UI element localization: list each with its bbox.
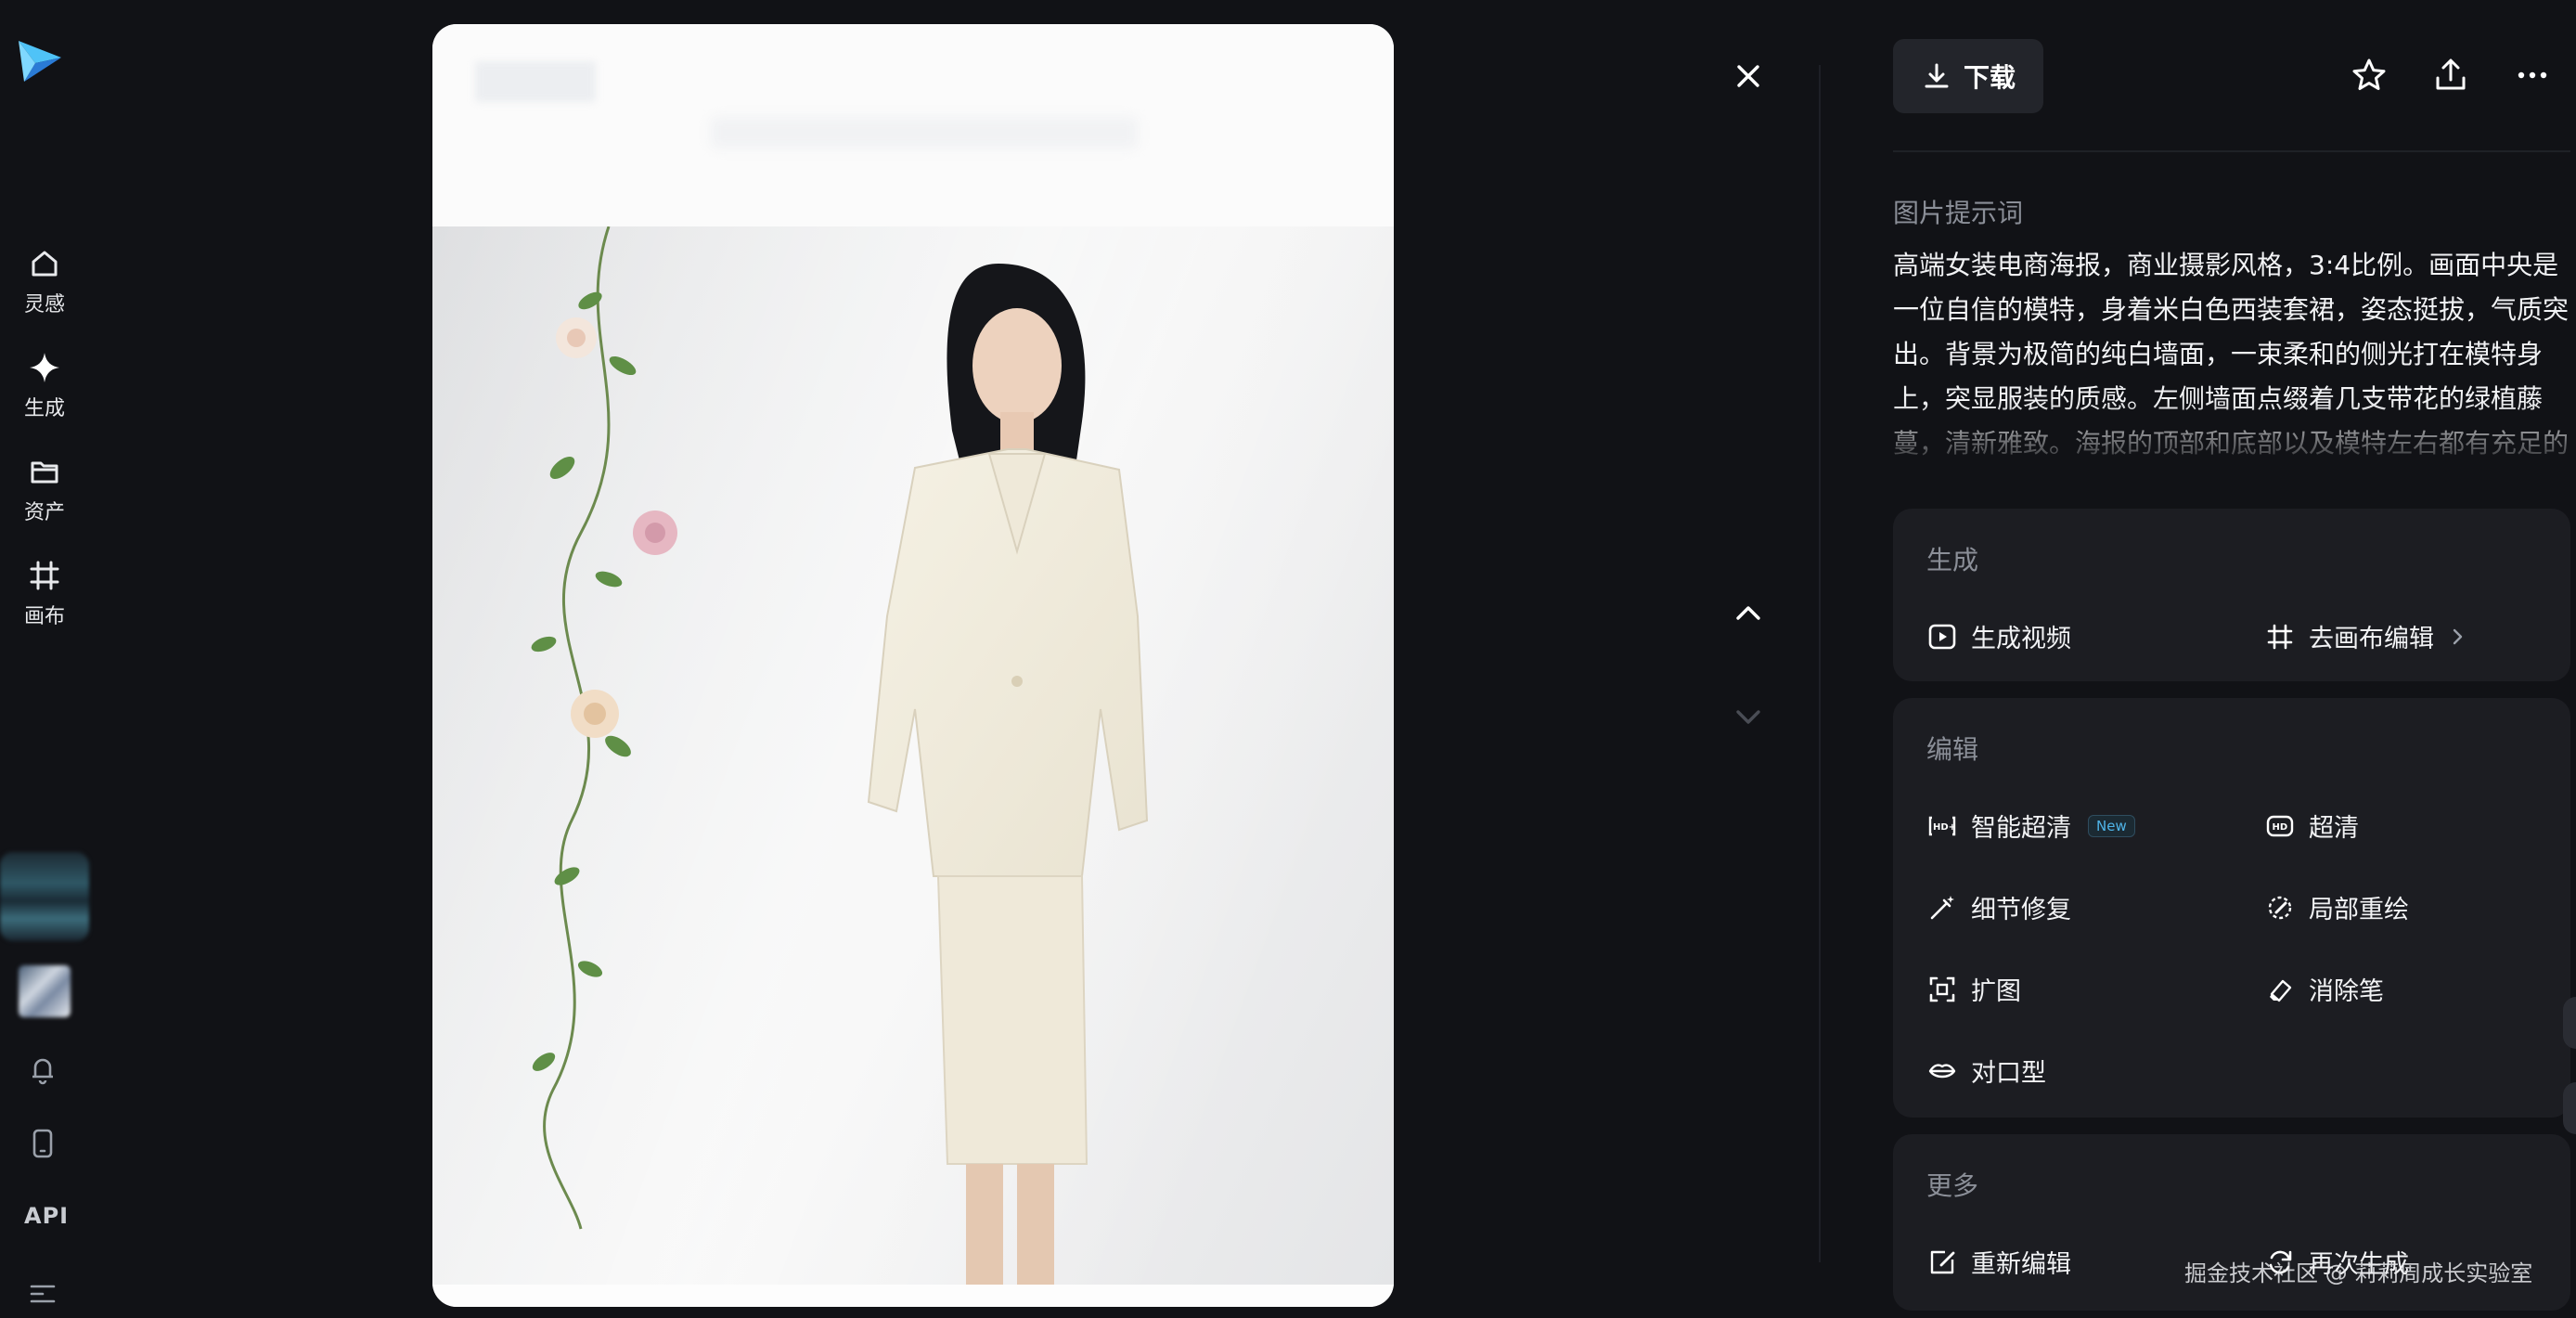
fashion-model-illustration	[432, 226, 1394, 1285]
section-title: 生成	[1926, 545, 1979, 575]
app-logo-icon[interactable]	[15, 35, 67, 87]
eraser-button[interactable]: 消除笔	[2264, 971, 2384, 1007]
api-link[interactable]: API	[24, 1203, 69, 1229]
detail-repair-button[interactable]: 细节修复	[1926, 889, 2071, 925]
header-divider	[1893, 150, 2570, 152]
generate-video-button[interactable]: 生成视频	[1926, 618, 2071, 654]
svg-text:HD: HD	[2273, 822, 2288, 833]
detail-panel: 下载 图片提示词 高端女装电商海报，商业摄影风格，3:4比例。画面中央是一位自信…	[1893, 0, 2576, 1318]
download-button[interactable]: 下载	[1893, 39, 2043, 113]
nav-item-assets[interactable]: 资产	[0, 453, 89, 525]
avatar[interactable]	[19, 965, 71, 1017]
action-label: 超清	[2309, 814, 2359, 843]
prompt-fade	[1893, 401, 2570, 466]
action-label: 局部重绘	[2309, 896, 2409, 924]
svg-text:HD+: HD+	[1933, 822, 1956, 833]
action-label: 细节修复	[1971, 896, 2071, 924]
smart-upscale-button[interactable]: HD+ 智能超清 New	[1926, 808, 2135, 844]
image-scene	[432, 226, 1394, 1285]
watermark-text: 掘金技术社区 @ 莉莉周成长实验室	[2184, 1260, 2533, 1286]
folder-icon	[31, 461, 58, 484]
eraser-icon	[2270, 979, 2292, 1001]
magic-wand-icon	[1930, 895, 1954, 919]
canvas-frame-icon	[30, 561, 59, 590]
generated-image[interactable]	[432, 24, 1394, 1307]
nav-item-canvas[interactable]: 画布	[0, 557, 89, 629]
nav-item-generate[interactable]: 生成	[0, 349, 89, 421]
edit-icon	[1930, 1250, 1955, 1273]
action-label: 对口型	[1971, 1059, 2046, 1088]
close-button[interactable]	[1722, 50, 1774, 102]
section-edit: 编辑 HD+ 智能超清 New HD 超清 细节修复 局部重绘 扩图 消除笔 对…	[1893, 698, 2570, 1118]
lip-sync-button[interactable]: 对口型	[1926, 1053, 2046, 1089]
canvas-edit-button[interactable]: 去画布编辑	[2264, 618, 2467, 654]
upscale-button[interactable]: HD 超清	[2264, 808, 2359, 844]
sparkle-icon	[30, 353, 59, 382]
chevron-down-icon	[1736, 710, 1760, 724]
share-icon	[2436, 58, 2466, 90]
action-label: 消除笔	[2309, 977, 2384, 1006]
chevron-right-icon	[2453, 628, 2463, 644]
action-label: 生成视频	[1971, 625, 2071, 653]
menu-icon[interactable]	[24, 1273, 61, 1311]
star-icon	[2352, 58, 2386, 90]
blurred-brand-logo	[475, 61, 596, 102]
previous-image-button[interactable]	[1722, 587, 1774, 639]
inpaint-button[interactable]: 局部重绘	[2264, 889, 2409, 925]
nav-label: 灵感	[23, 293, 65, 317]
blurred-promo-thumbnail[interactable]	[0, 852, 89, 941]
next-image-button[interactable]	[1722, 691, 1774, 743]
chevron-up-icon	[1736, 606, 1760, 620]
download-label: 下载	[1963, 62, 2016, 93]
more-icon	[2518, 71, 2547, 79]
home-icon	[32, 251, 58, 277]
panel-divider	[1819, 65, 1821, 1262]
favorite-button[interactable]	[2348, 54, 2390, 97]
nav-label: 资产	[23, 501, 65, 524]
brush-circle-icon	[2268, 896, 2292, 919]
action-label: 去画布编辑	[2309, 625, 2434, 653]
action-label: 智能超清	[1971, 814, 2071, 843]
prompt-title: 图片提示词	[1893, 198, 2024, 228]
blurred-header-text	[711, 117, 1138, 149]
section-title: 更多	[1926, 1170, 1979, 1201]
nav-item-inspiration[interactable]: 灵感	[0, 245, 89, 317]
close-icon	[1737, 65, 1759, 87]
bell-icon[interactable]	[24, 1051, 61, 1088]
nav-label: 画布	[23, 605, 65, 628]
more-button[interactable]	[2511, 54, 2554, 97]
canvas-frame-icon	[2267, 624, 2293, 649]
action-label: 重新编辑	[1971, 1250, 2071, 1279]
expand-icon	[1929, 976, 1955, 1001]
share-button[interactable]	[2429, 54, 2472, 97]
lips-icon	[1928, 1063, 1956, 1078]
outpaint-button[interactable]: 扩图	[1926, 971, 2021, 1007]
hd-plus-icon: HD+	[1928, 816, 1956, 835]
image-top-margin	[432, 24, 1394, 226]
nav-label: 生成	[23, 397, 65, 420]
image-bottom-margin	[432, 1285, 1394, 1307]
play-video-icon	[1928, 624, 1956, 649]
mobile-icon[interactable]	[24, 1125, 61, 1162]
edge-scroll-handle[interactable]	[2563, 1082, 2576, 1134]
section-title: 编辑	[1926, 734, 1979, 765]
action-label: 扩图	[1971, 977, 2021, 1006]
hd-icon: HD	[2266, 815, 2294, 836]
prompt-box[interactable]: 高端女装电商海报，商业摄影风格，3:4比例。画面中央是一位自信的模特，身着米白色…	[1893, 243, 2570, 466]
section-generate: 生成 生成视频 去画布编辑	[1893, 509, 2570, 681]
new-badge: New	[2088, 814, 2135, 837]
download-icon	[1925, 63, 1949, 88]
left-sidebar: 灵感 生成 资产 画布 API	[0, 0, 89, 1318]
edge-scroll-handle[interactable]	[2563, 997, 2576, 1049]
re-edit-button[interactable]: 重新编辑	[1926, 1244, 2071, 1280]
